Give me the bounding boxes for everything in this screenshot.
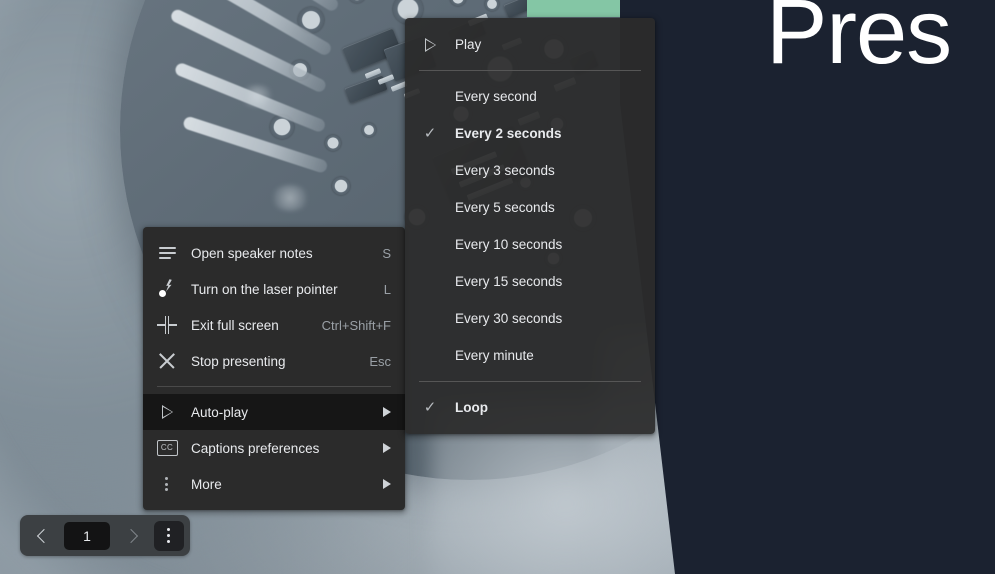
more-vertical-icon [143, 475, 191, 494]
chevron-right-icon [383, 479, 391, 489]
close-icon [143, 352, 191, 370]
speaker-notes-icon [143, 244, 191, 262]
submenu-item-label: Loop [455, 400, 655, 415]
submenu-item-every-30-seconds[interactable]: Every 30 seconds [405, 300, 655, 337]
presentation-navigation-toolbar: 1 [20, 515, 190, 556]
submenu-item-label: Every second [455, 89, 655, 104]
menu-item-shortcut: L [372, 282, 391, 297]
submenu-item-play[interactable]: Play [405, 26, 655, 63]
submenu-item-label: Every 10 seconds [455, 237, 655, 252]
menu-separator [157, 386, 391, 387]
chevron-right-icon [383, 407, 391, 417]
laser-pointer-icon [143, 279, 191, 299]
menu-item-shortcut: Esc [357, 354, 391, 369]
submenu-item-every-2-seconds[interactable]: ✓ Every 2 seconds [405, 115, 655, 152]
menu-item-stop-presenting[interactable]: Stop presenting Esc [143, 343, 405, 379]
submenu-item-every-3-seconds[interactable]: Every 3 seconds [405, 152, 655, 189]
chevron-left-icon [36, 528, 50, 542]
slide-accent-bar [527, 0, 620, 17]
menu-item-captions-preferences[interactable]: CC Captions preferences [143, 430, 405, 466]
menu-item-open-speaker-notes[interactable]: Open speaker notes S [143, 235, 405, 271]
submenu-item-every-15-seconds[interactable]: Every 15 seconds [405, 263, 655, 300]
chevron-right-icon [123, 528, 137, 542]
submenu-item-label: Every 3 seconds [455, 163, 655, 178]
check-icon: ✓ [405, 126, 455, 141]
menu-item-more[interactable]: More [143, 466, 405, 502]
submenu-item-label: Every 15 seconds [455, 274, 655, 289]
submenu-item-every-minute[interactable]: Every minute [405, 337, 655, 374]
submenu-item-label: Every 5 seconds [455, 200, 655, 215]
menu-item-shortcut: S [370, 246, 391, 261]
submenu-item-every-10-seconds[interactable]: Every 10 seconds [405, 226, 655, 263]
submenu-separator [419, 70, 641, 71]
submenu-separator-2 [419, 381, 641, 382]
previous-slide-button[interactable] [26, 520, 58, 552]
submenu-item-every-second[interactable]: Every second [405, 78, 655, 115]
menu-item-label: Turn on the laser pointer [191, 282, 372, 297]
menu-item-label: Exit full screen [191, 318, 310, 333]
slide-title: Pres [766, 0, 951, 78]
play-icon [405, 38, 455, 52]
play-icon [143, 405, 191, 419]
menu-item-label: Open speaker notes [191, 246, 370, 261]
menu-item-turn-on-laser-pointer[interactable]: Turn on the laser pointer L [143, 271, 405, 307]
more-vertical-icon [167, 525, 171, 546]
chevron-right-icon [383, 443, 391, 453]
menu-item-exit-full-screen[interactable]: Exit full screen Ctrl+Shift+F [143, 307, 405, 343]
presentation-options-menu: Open speaker notes S Turn on the laser p… [143, 227, 405, 510]
menu-item-shortcut: Ctrl+Shift+F [310, 318, 391, 333]
presentation-options-button[interactable] [154, 521, 184, 551]
slide-number-field[interactable]: 1 [64, 522, 110, 550]
menu-item-label: More [191, 477, 373, 492]
exit-fullscreen-icon [143, 316, 191, 334]
submenu-item-label: Every 30 seconds [455, 311, 655, 326]
menu-item-label: Auto-play [191, 405, 373, 420]
auto-play-submenu: Play Every second ✓ Every 2 seconds Ever… [405, 18, 655, 434]
closed-captions-icon: CC [143, 440, 191, 456]
slide-number-value: 1 [83, 528, 91, 544]
menu-item-label: Stop presenting [191, 354, 357, 369]
menu-item-label: Captions preferences [191, 441, 373, 456]
check-icon: ✓ [405, 400, 455, 415]
submenu-item-label: Play [455, 37, 655, 52]
submenu-item-label: Every minute [455, 348, 655, 363]
submenu-item-every-5-seconds[interactable]: Every 5 seconds [405, 189, 655, 226]
submenu-item-label: Every 2 seconds [455, 126, 655, 141]
next-slide-button[interactable] [116, 520, 148, 552]
menu-item-auto-play[interactable]: Auto-play [143, 394, 405, 430]
presentation-viewport: Pres Open speaker notes S Turn on the la… [0, 0, 995, 574]
submenu-item-loop[interactable]: ✓ Loop [405, 389, 655, 426]
